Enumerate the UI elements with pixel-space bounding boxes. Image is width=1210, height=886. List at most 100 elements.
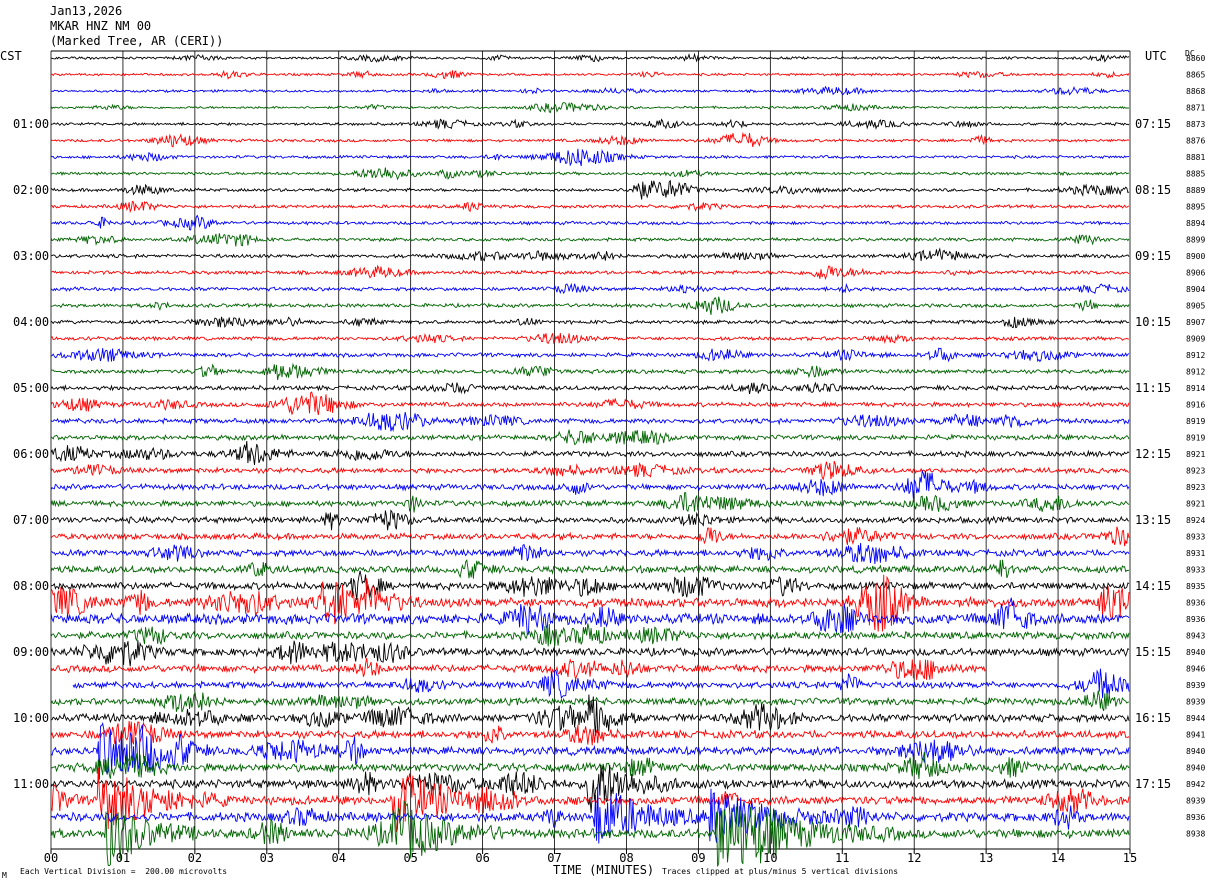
x-tick-label: 10 bbox=[763, 851, 777, 865]
dc-offset-label: 8923 bbox=[1186, 467, 1205, 476]
dc-offset-label: 8943 bbox=[1186, 632, 1205, 641]
dc-offset-label: 8939 bbox=[1186, 698, 1205, 707]
right-timezone-label: UTC bbox=[1145, 49, 1167, 63]
right-hour-label: 13:15 bbox=[1135, 513, 1171, 527]
dc-offset-label: 8940 bbox=[1186, 764, 1205, 773]
right-hour-label: 12:15 bbox=[1135, 447, 1171, 461]
seismic-trace bbox=[50, 362, 1130, 381]
station-code: MKAR HNZ NM 00 bbox=[50, 19, 152, 33]
seismic-trace bbox=[50, 347, 1130, 363]
seismic-trace bbox=[50, 764, 1130, 813]
dc-offset-label: 8936 bbox=[1186, 615, 1205, 624]
dc-offset-label: 8868 bbox=[1186, 87, 1205, 96]
right-hour-label: 17:15 bbox=[1135, 777, 1171, 791]
right-hour-label: 10:15 bbox=[1135, 315, 1171, 329]
dc-offset-label: 8940 bbox=[1186, 747, 1205, 756]
dc-offset-label: 8921 bbox=[1186, 500, 1205, 509]
dc-offset-label: 8919 bbox=[1186, 417, 1205, 426]
seismic-trace bbox=[50, 52, 1130, 63]
dc-offset-label: 8940 bbox=[1186, 648, 1205, 657]
x-tick-label: 13 bbox=[979, 851, 993, 865]
right-hour-label: 07:15 bbox=[1135, 117, 1171, 131]
dc-offset-label: 8907 bbox=[1186, 318, 1205, 327]
dc-offset-label: 8905 bbox=[1186, 302, 1205, 311]
dc-offset-label: 8939 bbox=[1186, 797, 1205, 806]
seismic-trace bbox=[50, 559, 1130, 579]
dc-offset-label: 8912 bbox=[1186, 351, 1205, 360]
seismic-trace bbox=[50, 429, 1130, 445]
x-tick-label: 01 bbox=[116, 851, 130, 865]
dc-offset-label: 8914 bbox=[1186, 384, 1205, 393]
x-tick-label: 00 bbox=[44, 851, 58, 865]
seismic-trace bbox=[50, 640, 1130, 667]
dc-offset-label: 8933 bbox=[1186, 533, 1205, 542]
seismic-trace bbox=[50, 800, 1130, 867]
left-hour-label: 02:00 bbox=[13, 183, 49, 197]
dc-offset-label: 8944 bbox=[1186, 714, 1205, 723]
x-tick-label: 02 bbox=[188, 851, 202, 865]
trace-layer bbox=[50, 52, 1130, 867]
dc-offset-label: 8921 bbox=[1186, 450, 1205, 459]
dc-offset-label: 8931 bbox=[1186, 549, 1205, 558]
corner-mark: M bbox=[2, 871, 7, 880]
left-timezone-label: CST bbox=[0, 49, 22, 63]
right-hour-label: 15:15 bbox=[1135, 645, 1171, 659]
dc-offset-label: 8860 bbox=[1186, 54, 1205, 63]
seismic-trace bbox=[50, 101, 1129, 114]
dc-offset-label: 8881 bbox=[1186, 153, 1205, 162]
seismic-trace bbox=[50, 118, 1130, 130]
seismic-trace bbox=[50, 440, 1130, 466]
left-hour-label: 07:00 bbox=[13, 513, 49, 527]
station-location: (Marked Tree, AR (CERI)) bbox=[50, 34, 224, 48]
dc-offset-label: 8939 bbox=[1186, 681, 1205, 690]
left-hour-label: 04:00 bbox=[13, 315, 49, 329]
dc-offset-label: 8909 bbox=[1186, 335, 1205, 344]
dc-offset-label: 8946 bbox=[1186, 665, 1205, 674]
dc-offset-label: 8933 bbox=[1186, 566, 1205, 575]
x-tick-label: 15 bbox=[1123, 851, 1137, 865]
dc-offset-label: 8906 bbox=[1186, 269, 1205, 278]
dc-offset-label: 8895 bbox=[1186, 203, 1205, 212]
x-tick-label: 14 bbox=[1051, 851, 1065, 865]
dc-offset-label: 8912 bbox=[1186, 368, 1205, 377]
seismic-trace bbox=[50, 381, 1130, 395]
right-hour-label: 11:15 bbox=[1135, 381, 1171, 395]
seismic-trace bbox=[50, 720, 1130, 746]
seismic-trace bbox=[50, 264, 1130, 281]
seismic-trace bbox=[50, 526, 1130, 547]
seismic-trace bbox=[50, 412, 1130, 433]
dc-offset-label: 8936 bbox=[1186, 813, 1205, 822]
seismic-trace bbox=[50, 85, 1130, 96]
seismic-trace bbox=[50, 722, 1130, 780]
dc-offset-label: 8941 bbox=[1186, 731, 1205, 740]
left-hour-label: 11:00 bbox=[13, 777, 49, 791]
seismic-trace bbox=[50, 492, 1130, 513]
dc-offset-label: 8924 bbox=[1186, 516, 1205, 525]
seismic-trace bbox=[50, 461, 1130, 481]
dc-offset-label: 8876 bbox=[1186, 137, 1205, 146]
seismic-trace bbox=[50, 570, 1130, 601]
left-hour-label: 08:00 bbox=[13, 579, 49, 593]
seismic-trace bbox=[50, 316, 1130, 329]
dc-offset-label: 8923 bbox=[1186, 483, 1205, 492]
seismic-trace bbox=[72, 668, 1130, 700]
seismic-trace bbox=[50, 214, 1130, 231]
dc-offset-label: 8900 bbox=[1186, 252, 1205, 261]
seismic-trace bbox=[50, 148, 1130, 167]
seismic-trace bbox=[50, 657, 987, 681]
left-hour-label: 03:00 bbox=[13, 249, 49, 263]
x-tick-label: 11 bbox=[835, 851, 849, 865]
dc-offset-label: 8873 bbox=[1186, 120, 1205, 129]
right-hour-label: 09:15 bbox=[1135, 249, 1171, 263]
seismic-trace bbox=[50, 509, 1130, 531]
dc-offset-label: 8894 bbox=[1186, 219, 1205, 228]
right-hour-label: 16:15 bbox=[1135, 711, 1171, 725]
x-tick-label: 08 bbox=[619, 851, 633, 865]
seismic-trace bbox=[50, 469, 1130, 500]
clip-note: Traces clipped at plus/minus 5 vertical … bbox=[662, 867, 899, 876]
x-tick-label: 04 bbox=[332, 851, 346, 865]
dc-offset-label: 8885 bbox=[1186, 170, 1205, 179]
seismic-trace bbox=[50, 751, 1130, 780]
x-tick-label: 12 bbox=[907, 851, 921, 865]
dc-offset-label: 8865 bbox=[1186, 71, 1205, 80]
